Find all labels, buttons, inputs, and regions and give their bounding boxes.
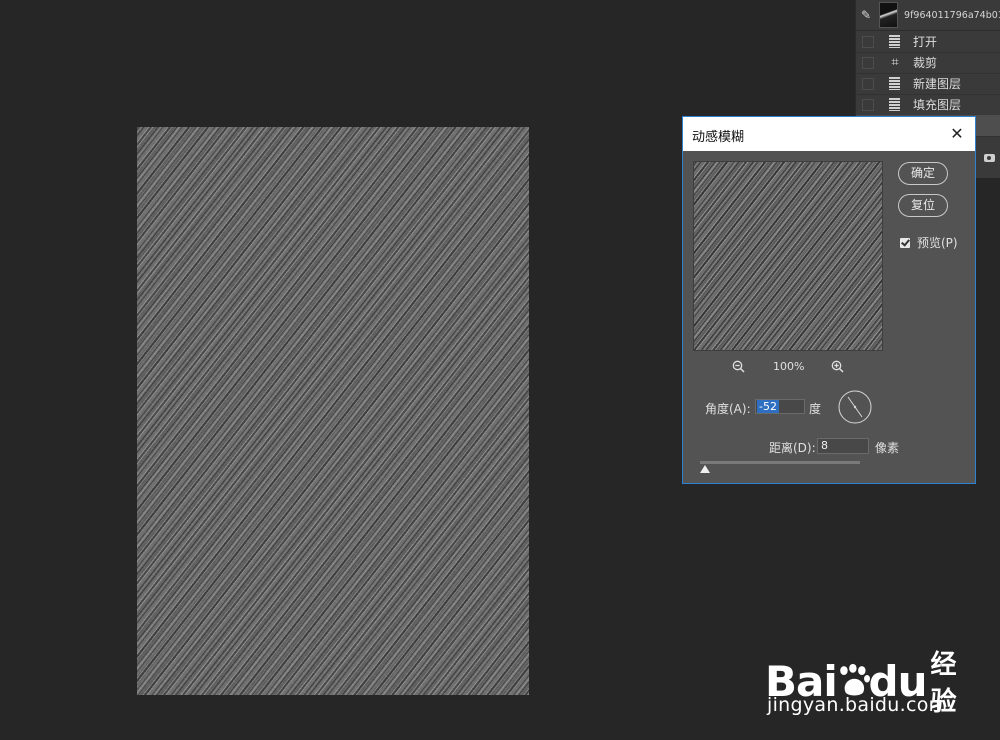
- angle-unit: 度: [809, 402, 822, 416]
- zoom-level: 100%: [773, 360, 805, 373]
- history-item-open[interactable]: 打开: [856, 31, 1000, 53]
- document-icon: [888, 34, 902, 49]
- watermark-url: jingyan.baidu.com: [767, 694, 948, 716]
- distance-slider-track[interactable]: [700, 461, 860, 464]
- angle-dial[interactable]: [838, 390, 872, 424]
- document-icon: [888, 76, 902, 91]
- distance-field[interactable]: 8: [817, 438, 869, 454]
- history-checkbox[interactable]: [862, 98, 874, 111]
- reset-button[interactable]: 复位: [898, 194, 948, 217]
- history-snapshot[interactable]: ✎ 9f964011796a74b011: [856, 0, 1000, 31]
- history-item-label: 填充图层: [913, 98, 962, 112]
- history-checkbox[interactable]: [862, 56, 874, 69]
- history-checkbox[interactable]: [862, 77, 874, 90]
- history-item-new-layer[interactable]: 新建图层: [856, 73, 1000, 95]
- distance-unit: 像素: [875, 441, 900, 455]
- distance-slider-thumb[interactable]: [700, 465, 710, 473]
- history-item-label: 新建图层: [913, 77, 962, 91]
- history-item-label: 打开: [913, 35, 938, 49]
- history-item-label: 裁剪: [913, 56, 938, 70]
- dialog-title-bar[interactable]: 动感模糊 ✕: [683, 117, 975, 151]
- crop-icon: ⌗: [891, 54, 899, 70]
- motion-blur-dialog: 动感模糊 ✕ 确定 复位 预览(P) 100% 角度(A): -52 度 距离(…: [682, 116, 976, 484]
- zoom-in-icon[interactable]: [831, 360, 844, 373]
- snapshot-name: 9f964011796a74b011: [904, 9, 1000, 21]
- dialog-title: 动感模糊: [692, 130, 745, 145]
- zoom-out-icon[interactable]: [732, 360, 745, 373]
- camera-icon[interactable]: [984, 154, 995, 162]
- document-icon: [888, 97, 902, 112]
- preview-checkbox[interactable]: [900, 237, 910, 248]
- snapshot-thumbnail: [878, 2, 899, 28]
- baidu-jingyan-watermark: Bai du 经验 jingyan.baidu.com: [765, 632, 957, 722]
- angle-field[interactable]: -52: [755, 399, 805, 414]
- history-item-fill-layer[interactable]: 填充图层: [856, 94, 1000, 116]
- history-brush-icon: ✎: [861, 8, 872, 22]
- close-icon[interactable]: ✕: [939, 117, 975, 151]
- angle-value: -52: [757, 400, 779, 413]
- ok-button[interactable]: 确定: [898, 162, 948, 185]
- history-item-crop[interactable]: ⌗ 裁剪: [856, 52, 1000, 74]
- preview-toggle[interactable]: 预览(P): [900, 234, 958, 251]
- distance-label: 距离(D):: [769, 441, 816, 455]
- document-canvas[interactable]: [137, 127, 529, 695]
- angle-label: 角度(A):: [705, 402, 751, 416]
- preview-label: 预览(P): [917, 236, 958, 250]
- history-checkbox[interactable]: [862, 35, 874, 48]
- filter-preview[interactable]: [693, 161, 883, 351]
